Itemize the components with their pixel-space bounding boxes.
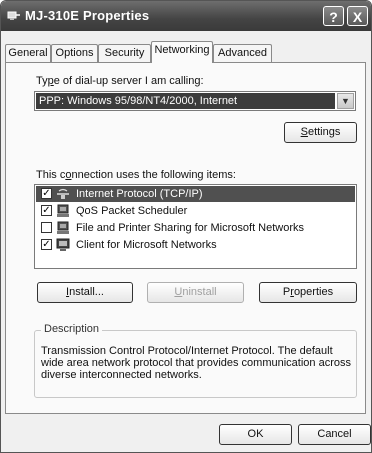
help-button[interactable]: ? <box>323 6 344 26</box>
cancel-button[interactable]: Cancel <box>298 424 371 445</box>
item-label: Client for Microsoft Networks <box>76 239 217 251</box>
properties-button[interactable]: Properties <box>259 282 357 303</box>
item-label: Internet Protocol (TCP/IP) <box>76 188 203 200</box>
ok-button[interactable]: OK <box>219 424 292 445</box>
network-protocol-icon <box>57 188 69 199</box>
tab-options[interactable]: Options <box>51 44 98 62</box>
tab-general[interactable]: General <box>5 44 51 62</box>
list-item[interactable]: ✓ QoS Packet Scheduler <box>36 203 355 219</box>
tab-advanced[interactable]: Advanced <box>213 44 272 62</box>
uninstall-button[interactable]: Uninstall <box>147 282 244 303</box>
item-checkbox[interactable]: ✓ <box>41 205 52 216</box>
network-service-icon <box>57 204 69 217</box>
dialup-connection-icon <box>7 11 20 20</box>
server-type-dropdown[interactable]: PPP: Windows 95/98/NT4/2000, Internet ▼ <box>34 91 356 111</box>
server-type-value: PPP: Windows 95/98/NT4/2000, Internet <box>36 93 335 109</box>
title-bar[interactable]: MJ-310E Properties ? X <box>1 1 371 31</box>
network-client-icon <box>56 238 70 251</box>
settings-button[interactable]: Settings <box>284 122 357 143</box>
tab-networking[interactable]: Networking <box>151 41 213 63</box>
item-checkbox[interactable]: ✓ <box>41 239 52 250</box>
server-type-label: Type of dial-up server I am calling: <box>36 75 204 87</box>
item-checkbox[interactable] <box>41 222 52 233</box>
list-item[interactable]: ✓ Internet Protocol (TCP/IP) <box>36 186 355 202</box>
description-legend: Description <box>41 323 103 335</box>
close-button[interactable]: X <box>347 6 368 26</box>
install-button[interactable]: Install... <box>37 282 133 303</box>
window-title: MJ-310E Properties <box>25 8 150 23</box>
tab-security[interactable]: Security <box>98 44 151 62</box>
chevron-down-icon[interactable]: ▼ <box>337 93 354 109</box>
components-list[interactable]: ✓ Internet Protocol (TCP/IP) ✓ QoS Packe… <box>34 184 357 269</box>
item-label: QoS Packet Scheduler <box>76 205 188 217</box>
item-label: File and Printer Sharing for Microsoft N… <box>76 222 305 234</box>
properties-dialog: MJ-310E Properties ? X General Options S… <box>0 0 372 453</box>
item-checkbox[interactable]: ✓ <box>41 188 52 199</box>
description-text: Transmission Control Protocol/Internet P… <box>41 345 351 381</box>
items-label: This connection uses the following items… <box>36 169 236 181</box>
list-item[interactable]: ✓ Client for Microsoft Networks <box>36 237 355 253</box>
network-service-icon <box>57 221 69 234</box>
list-item[interactable]: File and Printer Sharing for Microsoft N… <box>36 220 355 236</box>
